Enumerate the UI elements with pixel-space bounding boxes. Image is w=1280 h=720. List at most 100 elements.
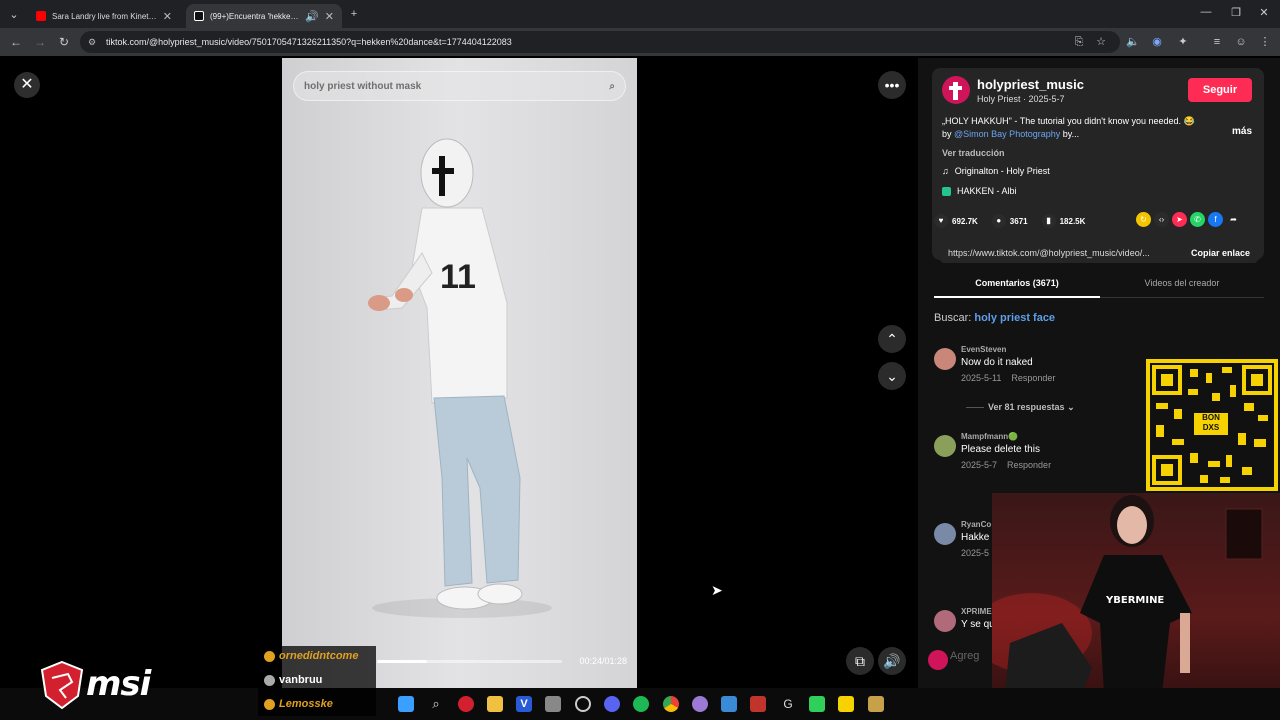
creator-avatar[interactable] <box>942 76 970 104</box>
url-field[interactable]: ⚙ tiktok.com/@holypriest_music/video/750… <box>80 31 1120 53</box>
bookmark-icon: ▮ <box>1041 214 1056 228</box>
new-tab-button[interactable]: + <box>346 6 362 22</box>
url-text: tiktok.com/@holypriest_music/video/75017… <box>106 37 512 47</box>
follow-button[interactable]: Seguir <box>1188 78 1252 102</box>
comment-button[interactable]: ● 3671 <box>991 214 1028 228</box>
comment-user[interactable]: Mampfmann🟢 <box>961 432 1018 441</box>
whatsapp-icon[interactable]: ✆ <box>1190 212 1205 227</box>
install-icon[interactable]: ⎘ <box>1072 35 1086 49</box>
next-video-button[interactable]: ⌄ <box>878 362 906 390</box>
close-window-button[interactable]: ✕ <box>1254 6 1274 22</box>
spotify-icon[interactable] <box>633 696 649 712</box>
creator-username[interactable]: holypriest_music <box>977 77 1084 92</box>
chat-username: ornedidntcome <box>279 650 359 662</box>
more-description-link[interactable]: más <box>1232 126 1252 137</box>
search-icon[interactable]: ⌕ <box>428 696 444 712</box>
close-tab-icon[interactable]: ✕ <box>163 10 172 23</box>
folder-icon[interactable] <box>487 696 503 712</box>
obs-icon[interactable] <box>575 696 591 712</box>
avatar[interactable] <box>934 435 956 457</box>
repost-icon[interactable]: ↻ <box>1136 212 1151 227</box>
photos-icon[interactable] <box>721 696 737 712</box>
chat-message: ornedidntcome <box>264 650 358 662</box>
speaker-icon[interactable]: 🔊 <box>305 10 319 23</box>
translate-link[interactable]: Ver traducción <box>942 148 1005 158</box>
app-icon[interactable] <box>545 696 561 712</box>
app-icon[interactable] <box>868 696 884 712</box>
app-icon[interactable] <box>809 696 825 712</box>
sticky-notes-icon[interactable] <box>838 696 854 712</box>
menu-kebab-icon[interactable]: ⋮ <box>1258 35 1272 49</box>
comment-user[interactable]: EvenSteven <box>961 345 1006 354</box>
app-icon[interactable]: G <box>780 696 796 712</box>
share-link-box: https://www.tiktok.com/@holypriest_music… <box>940 243 1258 263</box>
maximize-button[interactable]: ❐ <box>1226 6 1246 22</box>
bookmark-star-icon[interactable]: ☆ <box>1094 35 1108 49</box>
pip-button[interactable]: ⧉ <box>846 647 874 675</box>
save-button[interactable]: ▮ 182.5K <box>1041 214 1085 228</box>
progress-track[interactable] <box>377 660 562 663</box>
search-prefix: Buscar: <box>934 312 972 324</box>
comment-user[interactable]: RyanCo <box>961 520 991 529</box>
minimize-button[interactable]: — <box>1196 6 1216 22</box>
share-link-text[interactable]: https://www.tiktok.com/@holypriest_music… <box>948 248 1150 258</box>
view-replies-button[interactable]: Ver 81 respuestas ⌄ <box>966 402 1075 413</box>
avatar[interactable] <box>934 523 956 545</box>
close-tab-icon[interactable]: ✕ <box>325 10 334 23</box>
volume-button[interactable]: 🔊 <box>878 647 906 675</box>
site-info-icon[interactable]: ⚙ <box>88 37 96 48</box>
my-avatar <box>928 650 948 670</box>
search-term-link[interactable]: holy priest face <box>974 312 1055 324</box>
back-button[interactable]: ← <box>8 34 24 50</box>
chat-username: vanbruu <box>279 674 323 686</box>
app-icon[interactable] <box>750 696 766 712</box>
windows-start-icon[interactable] <box>398 696 414 712</box>
extensions-puzzle-icon[interactable]: ✦ <box>1176 35 1190 49</box>
like-count: 692.7K <box>952 216 978 226</box>
sound-link[interactable]: ♫ Originalton - Holy Priest <box>942 166 1050 176</box>
mention-link[interactable]: @Simon Bay Photography <box>954 129 1060 139</box>
comments-tabs: Comentarios (3671) Videos del creador <box>934 272 1264 298</box>
previous-video-button[interactable]: ⌃ <box>878 325 906 353</box>
avatar[interactable] <box>934 610 956 632</box>
copy-link-button[interactable]: Copiar enlace <box>1191 243 1250 263</box>
address-bar-row: ← → ↻ ⚙ tiktok.com/@holypriest_music/vid… <box>0 28 1280 56</box>
app-icon[interactable] <box>692 696 708 712</box>
discord-icon[interactable] <box>604 696 620 712</box>
avatar[interactable] <box>934 348 956 370</box>
like-button[interactable]: ♥ 692.7K <box>934 214 978 228</box>
comment-text: Now do it naked <box>961 357 1033 368</box>
effect-link[interactable]: HAKKEN - Albi <box>942 186 1017 196</box>
v-app-icon[interactable]: V <box>516 696 532 712</box>
msi-wordmark: msi <box>86 664 151 704</box>
more-options-button[interactable]: ••• <box>878 71 906 99</box>
extension-icon[interactable]: ◉ <box>1150 35 1164 49</box>
tab-comments[interactable]: Comentarios (3671) <box>934 278 1100 298</box>
video-player[interactable]: holy priest without mask ⌕ 11 <box>282 58 637 688</box>
add-comment-input[interactable]: Agreg <box>950 650 979 662</box>
comment-user[interactable]: XPRIME <box>961 607 992 616</box>
reply-button[interactable]: Responder <box>1007 460 1051 470</box>
share-arrow-icon[interactable]: ➦ <box>1226 212 1241 227</box>
tab-creator-videos[interactable]: Videos del creador <box>1100 278 1264 288</box>
close-video-button[interactable]: ✕ <box>14 72 40 98</box>
mute-icon[interactable]: 🔈 <box>1126 35 1140 49</box>
facebook-icon[interactable]: f <box>1208 212 1223 227</box>
chrome-icon[interactable] <box>663 696 679 712</box>
tab-tiktok[interactable]: (99+)Encuentra 'hekken dance' 🔊 ✕ <box>186 4 342 28</box>
send-icon[interactable]: ➤ <box>1172 212 1187 227</box>
svg-text:YBERMINE: YBERMINE <box>1105 595 1164 606</box>
comment-text: Y se qu <box>961 619 995 630</box>
comment-search-suggestion[interactable]: Buscar: holy priest face <box>934 312 1055 324</box>
media-control-icon[interactable]: ≡ <box>1210 35 1224 49</box>
tab-search-icon[interactable]: ⌄ <box>6 6 22 22</box>
profile-icon[interactable]: ☺ <box>1234 35 1248 49</box>
reply-button[interactable]: Responder <box>1011 373 1055 383</box>
qr-code: BON DXS <box>1150 363 1274 487</box>
forward-button[interactable]: → <box>32 34 48 50</box>
tiktok-icon <box>194 11 204 21</box>
app-icon[interactable] <box>458 696 474 712</box>
tab-youtube[interactable]: Sara Landry live from Kinetic Fi ✕ <box>28 4 180 28</box>
embed-icon[interactable]: ‹› <box>1154 212 1169 227</box>
reload-button[interactable]: ↻ <box>56 34 72 50</box>
